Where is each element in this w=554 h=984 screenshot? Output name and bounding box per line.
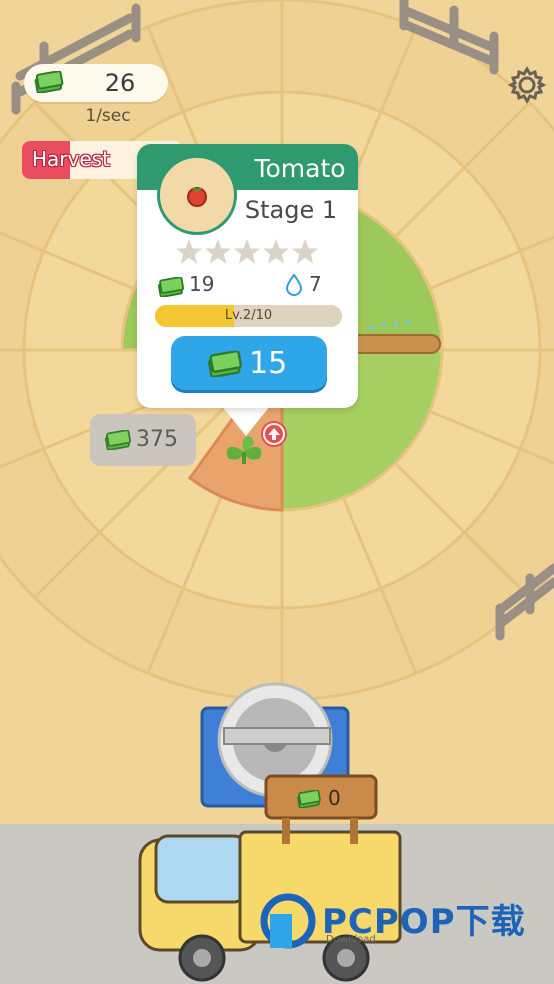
crop-stage: Stage 1: [244, 196, 338, 224]
popup-pointer: [222, 406, 270, 436]
star-icon: [176, 239, 202, 264]
star-icon: [292, 239, 318, 264]
watermark-subtext: Download: [326, 934, 376, 945]
money-value: 26: [104, 69, 136, 97]
income-rate: 1/sec: [85, 106, 131, 126]
star-icon: [263, 239, 289, 264]
star-icon: [205, 239, 231, 264]
level-progress-bar: Lv.2/10: [155, 305, 342, 327]
plot-price-value: 375: [136, 427, 178, 452]
crate-value: 0: [328, 786, 341, 810]
tomato-icon: [187, 187, 207, 207]
watermark-logo: [260, 893, 316, 949]
crop-info-popup: Tomato Stage 1 19 7 Lv.2/10 15: [137, 144, 358, 408]
plot-unlock-price-button[interactable]: 375: [90, 414, 196, 466]
harvest-label: Harvest: [32, 147, 110, 171]
water-drop-icon: [286, 274, 302, 296]
level-text: Lv.2/10: [224, 308, 273, 323]
cash-icon: [208, 351, 242, 377]
watermark: PCPOP下载 Download: [256, 888, 554, 954]
star-rating: [175, 238, 325, 266]
gear-icon[interactable]: [508, 66, 546, 104]
cash-icon: [104, 430, 132, 450]
truck-crate-counter: 0: [266, 778, 376, 818]
money-counter: 26: [24, 64, 168, 102]
buy-price-value: 15: [249, 346, 288, 381]
cash-icon: [34, 71, 64, 93]
crop-avatar: [157, 155, 237, 235]
water-value: 7: [309, 272, 322, 296]
star-icon: [234, 239, 260, 264]
crop-yield-value: 19: [189, 272, 215, 296]
crop-name: Tomato: [254, 154, 346, 183]
upgrade-buy-button[interactable]: 15: [171, 336, 327, 390]
game-scene: 26 1/sec Harvest 375 Tomato Stage 1 19 7…: [0, 0, 554, 984]
cash-icon: [297, 790, 321, 808]
cash-icon: [157, 277, 185, 297]
